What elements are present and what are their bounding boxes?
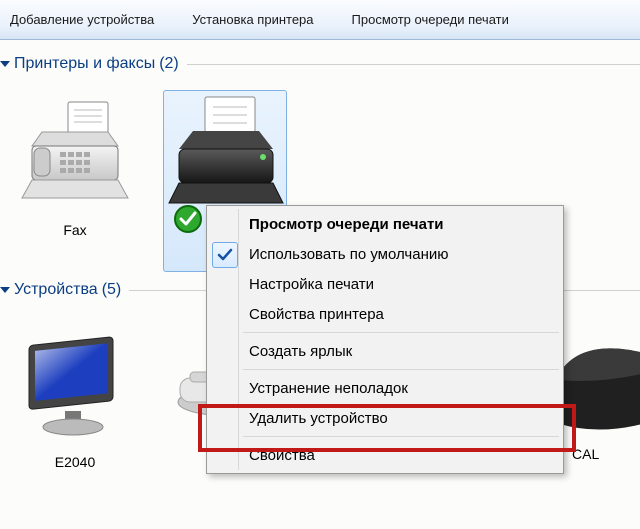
device-caption: E2040 <box>5 454 145 470</box>
cm-print-settings[interactable]: Настройка печати <box>209 269 561 299</box>
default-check-badge-icon <box>173 204 203 234</box>
caption-line: CAL <box>572 446 599 462</box>
collapse-arrow-icon <box>0 287 10 293</box>
cm-troubleshoot[interactable]: Устранение неполадок <box>209 373 561 403</box>
cm-separator <box>243 436 559 437</box>
device-fax[interactable]: Fax <box>5 88 145 238</box>
cm-separator <box>243 369 559 370</box>
cm-label: Настройка печати <box>249 276 374 293</box>
device-caption: Fax <box>5 222 145 238</box>
cm-label: Свойства <box>249 447 315 464</box>
toolbar-install-printer[interactable]: Установка принтера <box>192 12 313 27</box>
device-monitor[interactable]: E2040 <box>5 320 145 470</box>
checkmark-icon <box>212 242 238 268</box>
section-rule <box>187 64 640 65</box>
device-misc-right[interactable]: CAL <box>560 332 640 462</box>
section-label: Принтеры и факсы <box>14 55 155 73</box>
toolbar: Добавление устройства Установка принтера… <box>0 0 640 40</box>
section-header-printers[interactable]: Принтеры и факсы (2) <box>0 52 640 76</box>
cm-view-queue[interactable]: Просмотр очереди печати <box>209 209 561 239</box>
section-label: Устройства <box>14 281 98 299</box>
cm-properties[interactable]: Свойства <box>209 440 561 470</box>
device-caption: CAL <box>572 446 640 462</box>
fax-icon <box>5 88 145 218</box>
cm-label: Создать ярлык <box>249 343 352 360</box>
section-count: (5) <box>102 281 122 299</box>
cm-set-default[interactable]: Использовать по умолчанию <box>209 239 561 269</box>
dark-device-icon <box>560 332 640 442</box>
printer-icon <box>155 88 295 218</box>
cm-label: Удалить устройство <box>249 410 388 427</box>
cm-separator <box>243 332 559 333</box>
cm-create-shortcut[interactable]: Создать ярлык <box>209 336 561 366</box>
cm-label: Устранение неполадок <box>249 380 408 397</box>
cm-label: Свойства принтера <box>249 306 384 323</box>
context-menu: Просмотр очереди печати Использовать по … <box>206 205 564 474</box>
section-count: (2) <box>159 55 179 73</box>
cm-printer-props[interactable]: Свойства принтера <box>209 299 561 329</box>
toolbar-add-device[interactable]: Добавление устройства <box>10 12 154 27</box>
cm-label: Использовать по умолчанию <box>249 246 448 263</box>
cm-delete-device[interactable]: Удалить устройство <box>209 403 561 433</box>
toolbar-view-queue[interactable]: Просмотр очереди печати <box>352 12 509 27</box>
cm-label: Просмотр очереди печати <box>249 216 444 233</box>
collapse-arrow-icon <box>0 61 10 67</box>
monitor-icon <box>5 320 145 450</box>
